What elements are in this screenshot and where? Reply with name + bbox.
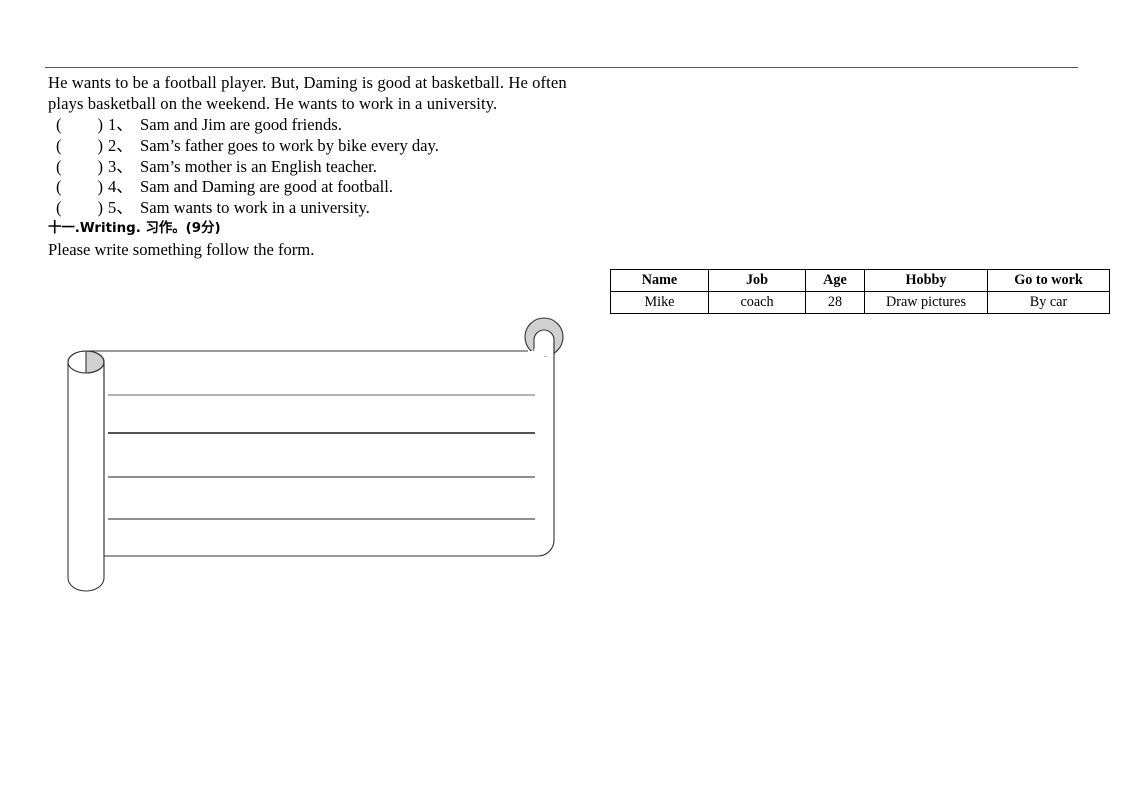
answer-blank[interactable]: () (48, 157, 108, 178)
cell-age: 28 (805, 291, 865, 314)
statement-number: 5、 (108, 198, 133, 218)
statement-text: Sam wants to work in a university. (140, 198, 370, 218)
statement-list: () 1、 Sam and Jim are good friends. () 2、 Sa… (48, 115, 668, 219)
info-table-container: Name Job Age Hobby Go to work Mike coach… (610, 269, 1110, 314)
column-header-hobby: Hobby (864, 269, 988, 292)
info-table: Name Job Age Hobby Go to work Mike coach… (610, 269, 1110, 314)
statement-text: Sam’s father goes to work by bike every … (140, 135, 439, 155)
column-header-name: Name (610, 269, 709, 292)
bracket-open: ( (56, 177, 62, 197)
scroll-illustration (67, 317, 564, 592)
bracket-open: ( (56, 156, 62, 176)
bracket-close: ) (97, 156, 104, 176)
bracket-close: ) (97, 198, 104, 218)
bracket-close: ) (97, 115, 104, 134)
statement-text: Sam and Daming are good at football. (140, 177, 393, 197)
list-item[interactable]: () 1、 Sam and Jim are good friends. (48, 115, 668, 136)
reading-passage: He wants to be a football player. But, D… (48, 73, 668, 115)
statement-number: 1、 (108, 115, 133, 134)
column-header-job: Job (708, 269, 806, 292)
cell-name: Mike (610, 291, 709, 314)
bracket-close: ) (97, 177, 104, 197)
table-header-row: Name Job Age Hobby Go to work (610, 269, 1110, 292)
scroll-roll-left-icon (67, 350, 105, 592)
passage-line: He wants to be a football player. But, D… (48, 73, 567, 92)
answer-blank[interactable]: () (48, 136, 108, 157)
cell-go-to-work: By car (987, 291, 1110, 314)
cell-hobby: Draw pictures (864, 291, 988, 314)
scroll-sheet-fill (86, 341, 544, 556)
answer-blank[interactable]: () (48, 177, 108, 198)
list-item[interactable]: () 4、 Sam and Daming are good at football. (48, 177, 668, 198)
column-header-go-to-work: Go to work (987, 269, 1110, 292)
statement-number: 2、 (108, 135, 133, 155)
cell-job: coach (708, 291, 806, 314)
table-row: Mike coach 28 Draw pictures By car (610, 291, 1110, 314)
bracket-open: ( (56, 135, 62, 155)
bracket-open: ( (56, 198, 62, 218)
statement-number: 3、 (108, 156, 133, 176)
scroll-writing-area[interactable] (60, 310, 580, 600)
header-rule (45, 67, 1078, 68)
statement-text: Sam and Jim are good friends. (140, 115, 342, 134)
list-item[interactable]: () 5、 Sam wants to work in a university. (48, 198, 668, 219)
answer-blank[interactable]: () (48, 115, 108, 136)
answer-blank[interactable]: () (48, 198, 108, 219)
list-item[interactable]: () 3、 Sam’s mother is an English teacher. (48, 157, 668, 178)
section-heading: 十一.Writing. 习作。(9分) (48, 221, 221, 236)
statement-text: Sam’s mother is an English teacher. (140, 156, 377, 176)
bracket-close: ) (97, 135, 104, 155)
instruction-text: Please write something follow the form. (48, 240, 315, 259)
statement-number: 4、 (108, 177, 133, 197)
bracket-open: ( (56, 115, 62, 134)
passage-line: plays basketball on the weekend. He want… (48, 93, 498, 113)
list-item[interactable]: () 2、 Sam’s father goes to work by bike ev… (48, 136, 668, 157)
column-header-age: Age (805, 269, 865, 292)
